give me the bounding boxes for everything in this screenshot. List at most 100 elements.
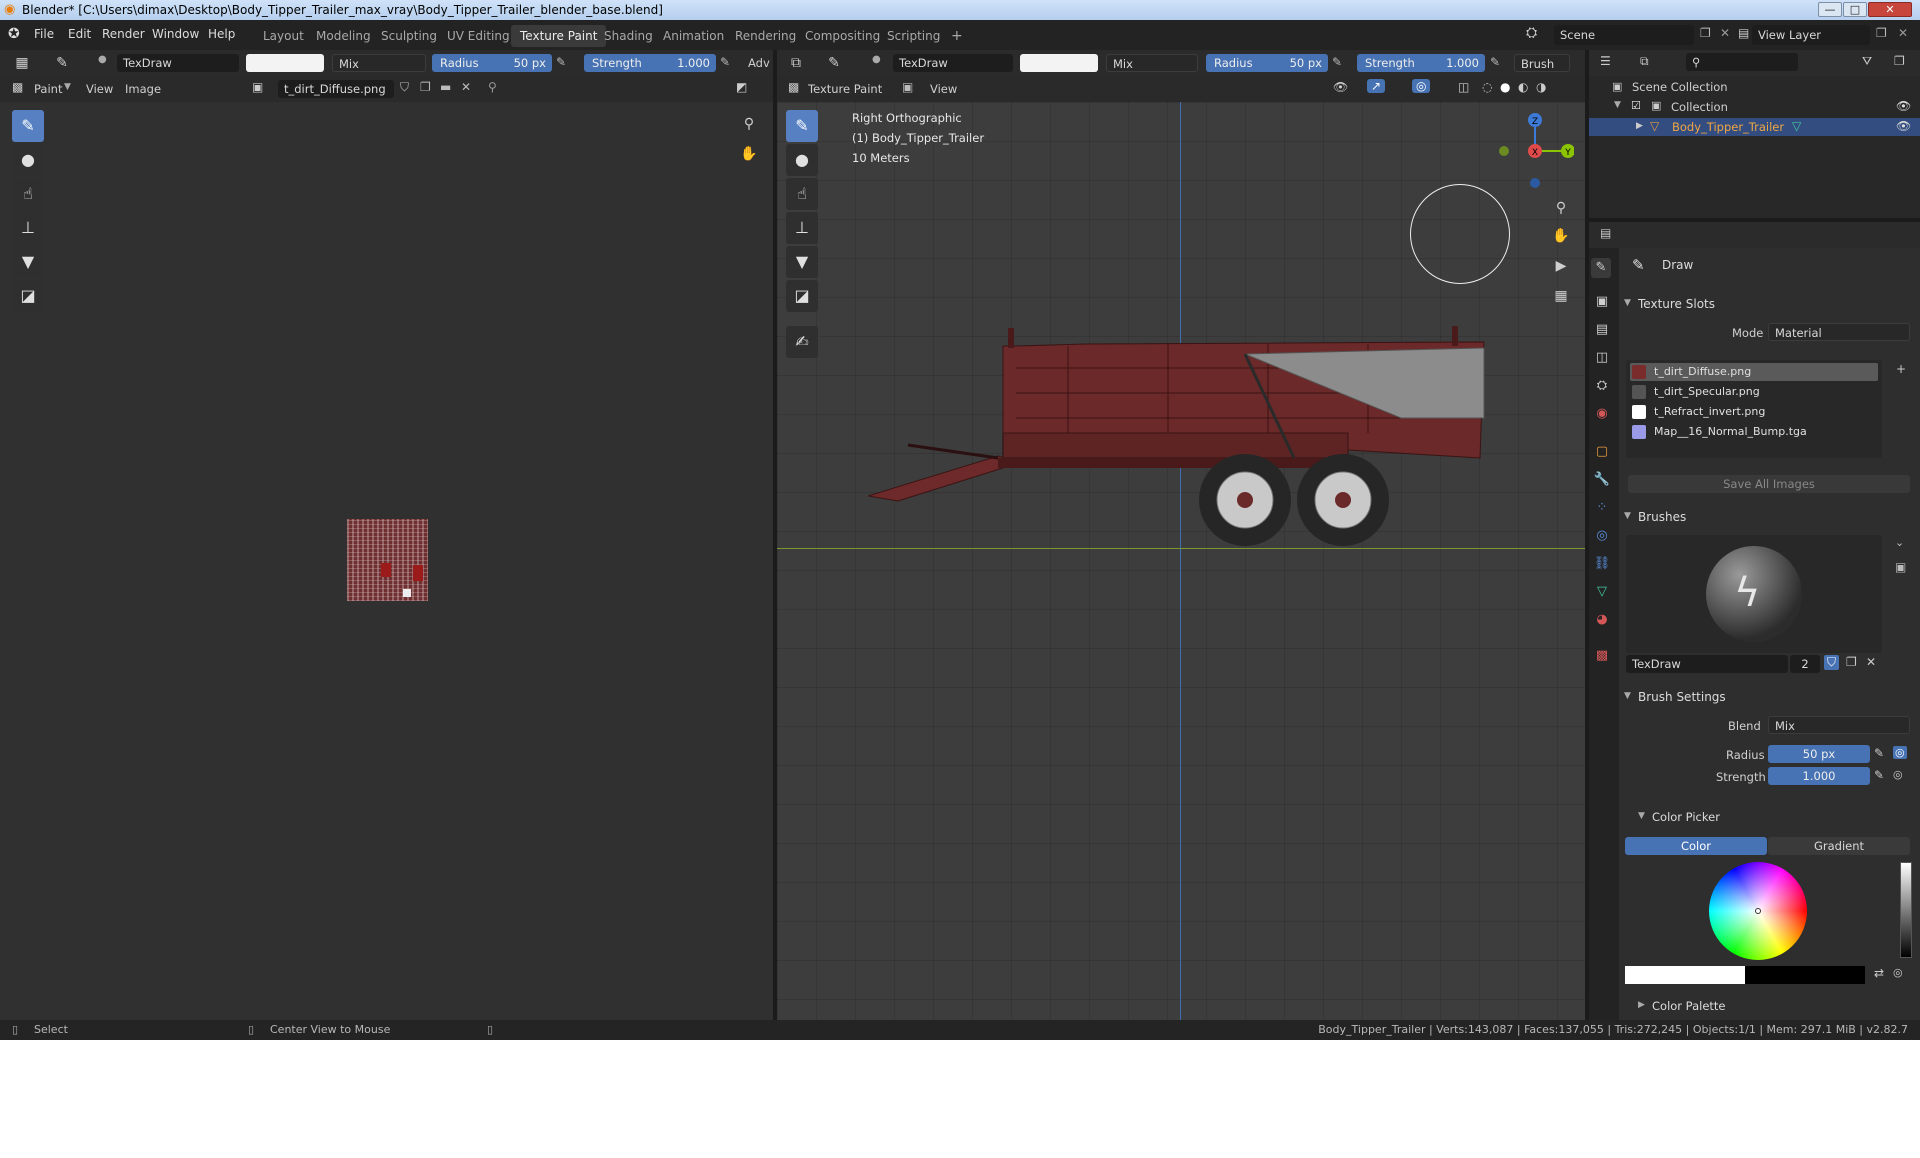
delete-scene-icon[interactable]: ✕ (1720, 26, 1730, 40)
viewport-pan-icon[interactable]: ✋ (1549, 224, 1573, 248)
viewport-tool-annotate[interactable]: ✍ (786, 326, 818, 358)
collapse-texture-slots-icon[interactable]: ▼ (1624, 298, 1631, 308)
ortho-toggle-icon[interactable]: ▦ (1549, 284, 1573, 308)
properties-editor-type-icon[interactable]: ▤ (1600, 226, 1611, 240)
brush-color-swatch[interactable] (246, 54, 324, 72)
expand-color-palette-icon[interactable]: ▶ (1638, 1000, 1645, 1010)
viewport-brush-color-swatch[interactable] (1020, 54, 1098, 72)
viewport-tool-smear[interactable]: ☝ (786, 178, 818, 210)
strength-pressure-icon[interactable]: ✎ (720, 55, 730, 69)
viewport-tool-clone[interactable]: ⊥ (786, 212, 818, 244)
new-image-icon[interactable]: ❐ (420, 80, 431, 94)
viewport-tool-soften[interactable]: ● (786, 144, 818, 176)
strength-slider[interactable]: Strength 1.000 (584, 54, 716, 72)
menu-help[interactable]: Help (208, 27, 235, 41)
menu-window[interactable]: Window (152, 27, 199, 41)
tab-animation[interactable]: Animation (654, 25, 733, 47)
collection-label[interactable]: Collection (1671, 100, 1728, 114)
collapse-brushes-icon[interactable]: ▼ (1624, 511, 1631, 521)
color-palette-title[interactable]: Color Palette (1652, 999, 1726, 1013)
outliner-editor-type-icon[interactable]: ☰ (1600, 54, 1611, 68)
tab-scripting[interactable]: Scripting (878, 25, 949, 47)
radius-pressure-icon[interactable]: ✎ (556, 55, 566, 69)
display-channels-icon[interactable]: ◩ (736, 80, 747, 94)
shading-solid-icon[interactable]: ● (1500, 80, 1510, 94)
color-tab[interactable]: Color (1625, 837, 1767, 855)
brush-strength-slider[interactable]: 1.000 (1768, 767, 1870, 785)
viewport-tool-mask[interactable]: ◪ (786, 280, 818, 312)
add-slot-icon[interactable]: + (1896, 362, 1906, 376)
brush-users-count[interactable]: 2 (1790, 655, 1820, 673)
unified-color-icon[interactable]: ◎ (1893, 966, 1903, 979)
color-wheel-cursor[interactable] (1755, 908, 1761, 914)
blend-mode-dropdown[interactable]: Mix (332, 54, 426, 72)
scene-collection-label[interactable]: Scene Collection (1632, 80, 1728, 94)
tab-modeling[interactable]: Modeling (307, 25, 380, 47)
menu-edit[interactable]: Edit (68, 27, 91, 41)
shading-material-icon[interactable]: ◐ (1518, 80, 1528, 94)
brush-image-icon[interactable]: ▣ (1895, 560, 1906, 574)
secondary-color-swatch[interactable] (1745, 966, 1865, 984)
swap-colors-icon[interactable]: ⇄ (1874, 966, 1884, 980)
viewport-radius-pressure-icon[interactable]: ✎ (1332, 55, 1342, 69)
scene-tab-icon[interactable]: ⛭ (1592, 376, 1612, 396)
output-tab-icon[interactable]: ▤ (1592, 320, 1612, 340)
primary-color-swatch[interactable] (1625, 966, 1745, 984)
viewport-mode-menu[interactable]: Texture Paint (808, 82, 882, 96)
texture-tab-icon[interactable]: ▩ (1592, 646, 1612, 666)
tab-sculpting[interactable]: Sculpting (372, 25, 446, 47)
mask-toggle-icon[interactable]: ▣ (902, 80, 913, 94)
tab-texture-paint[interactable]: Texture Paint (511, 25, 607, 47)
value-slider[interactable] (1900, 862, 1912, 958)
radius-slider[interactable]: Radius 50 px (432, 54, 552, 72)
view-layer-selector[interactable]: View Layer (1752, 25, 1870, 45)
texture-slot-item[interactable]: t_dirt_Diffuse.png (1628, 363, 1878, 381)
brushes-title[interactable]: Brushes (1638, 510, 1686, 524)
collection-visibility-icon[interactable]: 👁 (1896, 99, 1911, 113)
brush-radius-unit-icon[interactable]: ◎ (1893, 746, 1907, 759)
camera-view-icon[interactable]: ▶ (1549, 254, 1573, 278)
brush-blend-dropdown[interactable]: Mix (1768, 716, 1910, 734)
modifier-tab-icon[interactable]: 🔧 (1592, 470, 1612, 490)
physics-tab-icon[interactable]: ◎ (1592, 526, 1612, 546)
viewport-radius-slider[interactable]: Radius 50 px (1206, 54, 1328, 72)
editor-type-icon[interactable]: ▦ (10, 51, 34, 75)
navigation-gizmo[interactable]: Z X Y (1484, 108, 1574, 192)
open-image-icon[interactable]: ▬ (440, 80, 451, 94)
object-visibility-icon[interactable]: 👁 (1896, 119, 1911, 133)
fake-user-toggle-icon[interactable]: ⛉ (1824, 655, 1840, 670)
color-picker-title[interactable]: Color Picker (1652, 810, 1720, 824)
tab-compositing[interactable]: Compositing (796, 25, 889, 47)
texture-slot-item[interactable]: Map__16_Normal_Bump.tga (1628, 423, 1878, 441)
viewport-tool-draw[interactable]: ✎ (786, 110, 818, 142)
tool-smear[interactable]: ☝ (12, 178, 44, 210)
viewport-strength-slider[interactable]: Strength 1.000 (1357, 54, 1485, 72)
expand-object-icon[interactable]: ▶ (1636, 121, 1643, 131)
viewport-editor-type-icon[interactable]: ⧉ (784, 51, 808, 75)
save-all-images-button[interactable]: Save All Images (1628, 475, 1910, 493)
blender-menu-icon[interactable]: ✪ (8, 26, 20, 42)
unlink-image-icon[interactable]: ✕ (461, 80, 471, 94)
pan-icon[interactable]: ✋ (737, 142, 761, 166)
tool-fill[interactable]: ▼ (12, 246, 44, 278)
viewport-zoom-icon[interactable]: ⚲ (1549, 196, 1573, 220)
menu-render[interactable]: Render (102, 27, 145, 41)
maximize-button[interactable]: □ (1843, 2, 1867, 17)
tool-mask[interactable]: ◪ (12, 280, 44, 312)
visibility-icon[interactable]: 👁 (1333, 80, 1348, 94)
pin-icon[interactable]: ⚲ (488, 80, 497, 94)
object-label[interactable]: Body_Tipper_Trailer (1672, 120, 1784, 134)
texture-slot-item[interactable]: t_dirt_Specular.png (1628, 383, 1878, 401)
tool-tab-icon[interactable]: ✎ (1591, 258, 1611, 278)
brush-radius-pressure-icon[interactable]: ✎ (1874, 746, 1884, 760)
tab-uv-editing[interactable]: UV Editing (438, 25, 519, 47)
minimize-button[interactable]: — (1818, 2, 1842, 17)
viewport-view-menu[interactable]: View (930, 82, 957, 96)
expand-collection-icon[interactable]: ▼ (1614, 100, 1621, 110)
brush-strength-unit-icon[interactable]: ◎ (1893, 768, 1903, 781)
shading-rendered-icon[interactable]: ◑ (1536, 80, 1546, 94)
unlink-brush-icon[interactable]: ✕ (1866, 655, 1876, 669)
fake-user-icon[interactable]: ⛉ (400, 80, 409, 95)
gradient-tab[interactable]: Gradient (1768, 837, 1910, 855)
particles-tab-icon[interactable]: ⁘ (1592, 498, 1612, 518)
